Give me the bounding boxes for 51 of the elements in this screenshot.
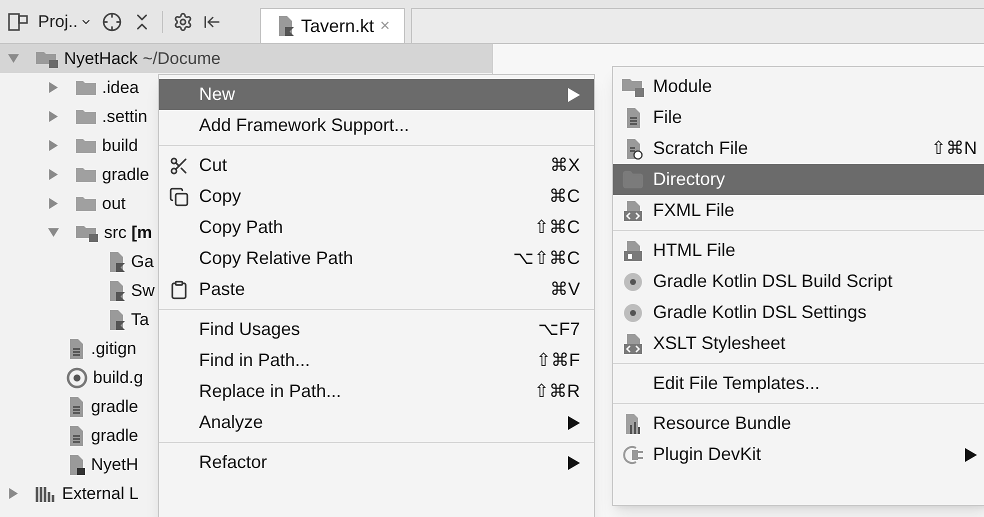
shortcut-label: ⌘V: [550, 278, 580, 301]
tab-label: Tavern.kt: [301, 14, 374, 38]
menu-item-label: Refactor: [199, 451, 268, 474]
menu-item-label: FXML File: [653, 199, 736, 222]
menu-item-label: Replace in Path...: [199, 380, 342, 403]
tree-item-label: Ta: [131, 308, 149, 331]
shortcut-label: ⌘C: [549, 185, 580, 208]
tree-item-label: gradle: [91, 396, 138, 418]
tree-item-label: External L: [62, 482, 139, 505]
menu-item-label: File: [653, 106, 684, 129]
shortcut-label: ⇧⌘N: [931, 137, 977, 160]
menu-item-label: XSLT Stylesheet: [653, 332, 786, 355]
menu-item-label: Gradle Kotlin DSL Settings: [653, 301, 868, 324]
tree-item-path: ~/Docume: [142, 48, 221, 70]
menu-item-label: Paste: [199, 278, 246, 301]
tree-item-label: Ga: [131, 250, 154, 273]
menu-item-label: Find Usages: [199, 318, 302, 341]
tree-item-label: NyetHack: [64, 48, 138, 70]
shortcut-label: ⇧⌘R: [534, 380, 580, 403]
shortcut-label: ⌥⇧⌘C: [513, 247, 580, 270]
tree-item-label: out: [102, 192, 126, 215]
tree-item-label: NyetH: [91, 454, 138, 476]
menu-item-label: Module: [653, 75, 714, 98]
menu-item-label: Gradle Kotlin DSL Build Script: [653, 270, 894, 293]
menu-item-label: New: [199, 83, 236, 106]
menu-item-label: Add Framework Support...: [199, 114, 410, 137]
menu-item-label: Find in Path...: [199, 349, 312, 372]
menu-item-label: HTML File: [653, 239, 736, 262]
tree-item-label: src [m: [104, 222, 152, 244]
menu-item-label: Copy Path: [199, 216, 284, 239]
menu-item-label: Cut: [199, 154, 228, 177]
tree-item-label: gradle: [102, 164, 150, 186]
shortcut-label: ⌘X: [550, 154, 580, 177]
menu-item-label: Copy: [199, 185, 242, 208]
menu-item-label: Copy Relative Path: [199, 247, 354, 270]
tree-item-label: .settin: [102, 106, 148, 128]
menu-item-label: Plugin DevKit: [653, 443, 762, 466]
tree-item-label: .idea: [102, 76, 139, 99]
tree-item-label: build.g: [93, 366, 144, 389]
menu-item-label: Edit File Templates...: [653, 372, 821, 395]
tree-item-label: .gitign: [91, 338, 136, 360]
menu-item-label: Analyze: [199, 411, 264, 434]
tree-item-label: build: [102, 134, 138, 157]
tree-item-label: gradle: [91, 424, 138, 447]
menu-item-label: Resource Bundle: [653, 412, 792, 435]
shortcut-label: ⇧⌘F: [536, 349, 580, 372]
shortcut-label: ⌥F7: [538, 318, 580, 341]
tree-item-label: Sw: [131, 280, 155, 302]
shortcut-label: ⇧⌘C: [534, 216, 580, 239]
menu-item-label: Scratch File: [653, 137, 750, 160]
menu-item-label: Directory: [653, 168, 726, 191]
